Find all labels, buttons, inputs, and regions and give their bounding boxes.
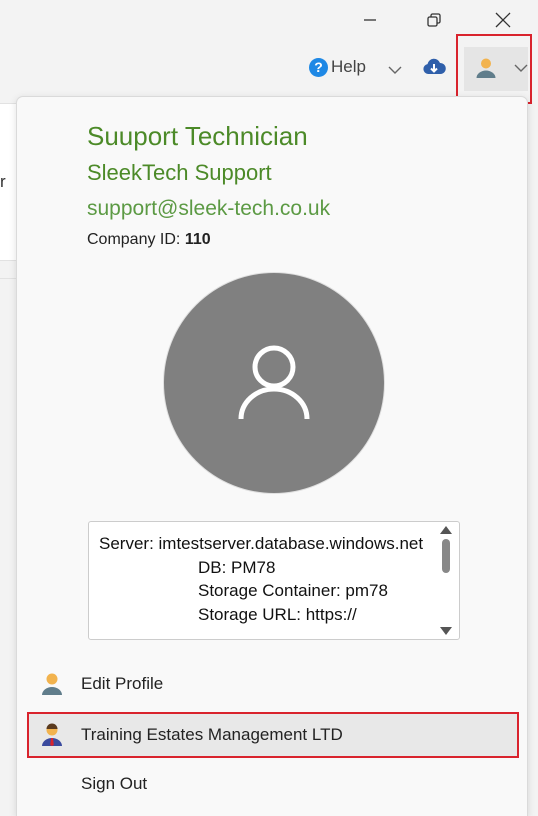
edit-profile-label: Edit Profile [81,674,164,693]
minimize-icon [364,19,376,21]
storage-url-line: Storage URL: https:// [198,604,357,624]
restore-button[interactable] [414,6,454,34]
profile-dropdown-panel: Suuport Technician SleekTech Support sup… [16,96,528,816]
connection-info-box[interactable]: Server: imtestserver.database.windows.ne… [88,521,460,640]
user-icon [476,58,496,78]
user-email: support@sleek-tech.co.uk [87,197,331,220]
company-item[interactable]: Training Estates Management LTD [27,712,519,758]
close-icon [495,12,511,28]
help-icon: ? [309,57,328,77]
profile-menu-button[interactable] [456,34,532,104]
user-outline-icon [238,345,310,420]
server-line: Server: imtestserver.database.windows.ne… [99,534,424,553]
chevron-down-icon [388,66,402,74]
company-label: Training Estates Management LTD [81,725,343,744]
cloud-download-icon [423,58,446,74]
background-text: r [0,172,6,191]
user-name: Suuport Technician [87,121,308,151]
close-button[interactable] [483,6,523,34]
restore-icon [427,13,441,27]
connection-info-text: Server: imtestserver.database.windows.ne… [99,532,444,638]
help-button[interactable]: ? Help [309,57,366,77]
chevron-down-icon [514,64,528,72]
user-icon [42,673,62,695]
scroll-down-arrow[interactable] [440,627,452,635]
sign-out-label: Sign Out [81,774,148,793]
scroll-up-arrow[interactable] [440,526,452,534]
db-line: DB: PM78 [198,557,276,577]
edit-profile-item[interactable]: Edit Profile [27,661,519,707]
scrollbar-thumb[interactable] [442,539,450,573]
help-dropdown-button[interactable] [388,62,402,80]
help-label: Help [331,57,366,76]
sign-out-item[interactable]: Sign Out [27,761,519,807]
storage-container-line: Storage Container: pm78 [198,581,388,600]
avatar [163,272,385,494]
company-id-value: 110 [184,231,211,248]
company-id: Company ID: 110 [87,231,211,249]
background-divider [0,278,16,279]
company-id-label: Company ID: [87,231,181,248]
download-button[interactable] [422,57,446,82]
organization-name: SleekTech Support [87,160,272,185]
minimize-button[interactable] [350,6,390,34]
business-user-icon [42,723,62,746]
